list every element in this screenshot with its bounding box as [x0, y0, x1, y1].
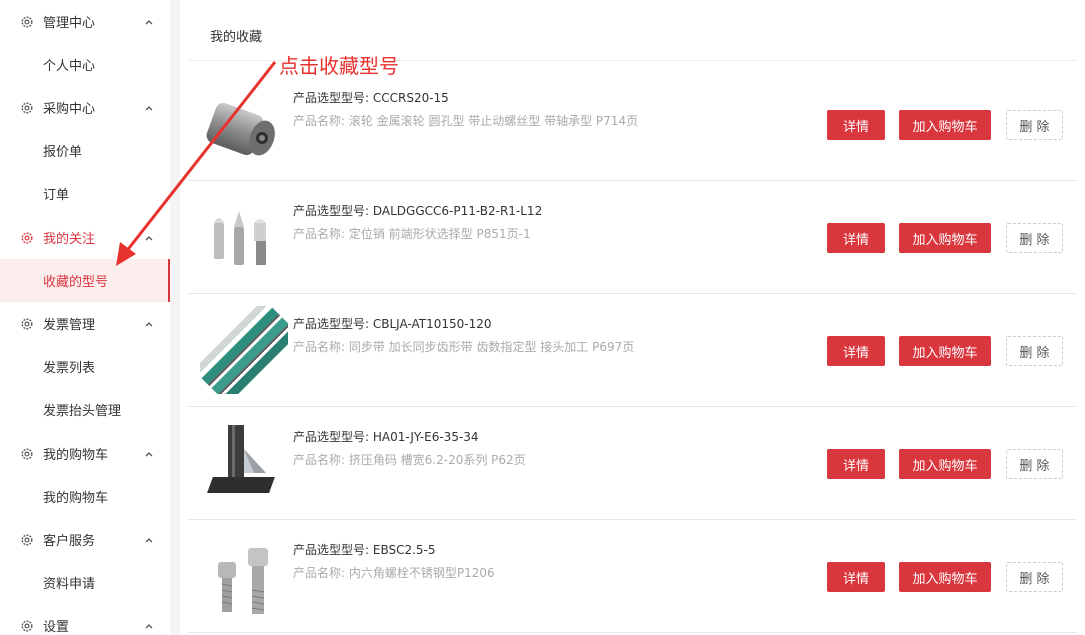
- sidebar-item-doc-request[interactable]: 资料申请: [0, 561, 170, 604]
- chevron-up-icon: [145, 19, 153, 24]
- hex-bolt-image: [218, 548, 268, 614]
- product-model: 产品选型型号: DALDGGCC6-P11-B2-R1-L12: [293, 204, 543, 218]
- sidebar: 管理中心 个人中心 采购中心 报价单 订单 我的关注 收藏的型号 发票管理 发票…: [0, 0, 170, 635]
- sidebar-group-invoice[interactable]: 发票管理: [0, 302, 170, 345]
- sidebar-item-favorite-models[interactable]: 收藏的型号: [0, 259, 170, 302]
- chevron-up-icon: [145, 321, 153, 326]
- sidebar-group-follow[interactable]: 我的关注: [0, 216, 170, 259]
- sidebar-item-label: 发票列表: [43, 361, 96, 376]
- sidebar-item-label: 个人中心: [43, 59, 96, 74]
- product-model: 产品选型型号: CCCRS20-15: [293, 91, 449, 105]
- gear-icon: [21, 101, 33, 114]
- product-row: 产品选型型号: DALDGGCC6-P11-B2-R1-L12 产品名称: 定位…: [188, 181, 1077, 294]
- gear-icon: [21, 231, 33, 244]
- roller-image: [206, 102, 275, 156]
- gear-icon: [21, 447, 33, 460]
- add-to-cart-button[interactable]: 加入购物车: [899, 449, 991, 479]
- detail-button[interactable]: 详情: [827, 336, 885, 366]
- delete-button[interactable]: 删 除: [1006, 562, 1063, 592]
- gear-icon: [21, 533, 33, 546]
- add-to-cart-button[interactable]: 加入购物车: [899, 223, 991, 253]
- sidebar-group-label: 我的购物车: [43, 448, 109, 463]
- sidebar-group-cart[interactable]: 我的购物车: [0, 432, 170, 475]
- product-row: 产品选型型号: CBLJA-AT10150-120 产品名称: 同步带 加长同步…: [188, 294, 1077, 407]
- delete-button[interactable]: 删 除: [1006, 336, 1063, 366]
- corner-bracket-image: [207, 425, 275, 493]
- detail-button[interactable]: 详情: [827, 223, 885, 253]
- sidebar-group-label: 客户服务: [43, 534, 96, 549]
- chevron-up-icon: [145, 451, 153, 456]
- product-row: 产品选型型号: CCCRS20-15 产品名称: 滚轮 金属滚轮 圆孔型 带止动…: [188, 68, 1077, 181]
- page-title: 我的收藏: [210, 30, 263, 45]
- timing-belt-image: [200, 306, 288, 394]
- sidebar-item-invoice-list[interactable]: 发票列表: [0, 345, 170, 388]
- sidebar-group-service[interactable]: 客户服务: [0, 518, 170, 561]
- sidebar-group-label: 管理中心: [43, 16, 96, 31]
- sidebar-group-label: 设置: [43, 620, 70, 635]
- sidebar-item-profile[interactable]: 个人中心: [0, 43, 170, 86]
- delete-button[interactable]: 删 除: [1006, 110, 1063, 140]
- product-row: 产品选型型号: EBSC2.5-5 产品名称: 内六角螺栓不锈钢型P1206 详…: [188, 520, 1077, 633]
- delete-button[interactable]: 删 除: [1006, 223, 1063, 253]
- gear-icon: [21, 15, 33, 28]
- sidebar-group-management[interactable]: 管理中心: [0, 0, 170, 43]
- sidebar-group-label: 发票管理: [43, 318, 96, 333]
- sidebar-item-invoice-title[interactable]: 发票抬头管理: [0, 388, 170, 431]
- sidebar-item-my-cart[interactable]: 我的购物车: [0, 475, 170, 518]
- product-name: 产品名称: 同步带 加长同步齿形带 齿数指定型 接头加工 P697页: [293, 340, 635, 354]
- sidebar-group-label: 采购中心: [43, 102, 96, 117]
- locating-pin-image: [214, 211, 266, 265]
- product-model: 产品选型型号: HA01-JY-E6-35-34: [293, 430, 479, 444]
- detail-button[interactable]: 详情: [827, 110, 885, 140]
- sidebar-item-label: 资料申请: [43, 577, 96, 592]
- favorites-panel: 我的收藏 产品选型型号: CCCRS20-15 产品名称: 滚轮 金属滚轮 圆孔…: [180, 0, 1085, 635]
- sidebar-item-quotes[interactable]: 报价单: [0, 129, 170, 172]
- gear-icon: [21, 619, 33, 632]
- gear-icon: [21, 317, 33, 330]
- sidebar-group-settings[interactable]: 设置: [0, 604, 170, 635]
- product-name: 产品名称: 定位销 前端形状选择型 P851页-1: [293, 227, 531, 241]
- product-name: 产品名称: 内六角螺栓不锈钢型P1206: [293, 566, 495, 580]
- product-model: 产品选型型号: EBSC2.5-5: [293, 543, 436, 557]
- chevron-up-icon: [145, 105, 153, 110]
- product-model: 产品选型型号: CBLJA-AT10150-120: [293, 317, 492, 331]
- add-to-cart-button[interactable]: 加入购物车: [899, 336, 991, 366]
- sidebar-item-label: 收藏的型号: [43, 275, 109, 290]
- detail-button[interactable]: 详情: [827, 562, 885, 592]
- product-row: 产品选型型号: HA01-JY-E6-35-34 产品名称: 挤压角码 槽宽6.…: [188, 407, 1077, 520]
- sidebar-item-label: 发票抬头管理: [43, 404, 122, 419]
- chevron-up-icon: [145, 537, 153, 542]
- sidebar-group-purchasing[interactable]: 采购中心: [0, 86, 170, 129]
- add-to-cart-button[interactable]: 加入购物车: [899, 110, 991, 140]
- detail-button[interactable]: 详情: [827, 449, 885, 479]
- sidebar-group-label: 我的关注: [43, 232, 96, 247]
- delete-button[interactable]: 删 除: [1006, 449, 1063, 479]
- sidebar-item-label: 订单: [43, 188, 70, 203]
- chevron-up-icon: [145, 623, 153, 628]
- product-name: 产品名称: 滚轮 金属滚轮 圆孔型 带止动螺丝型 带轴承型 P714页: [293, 114, 639, 128]
- sidebar-item-label: 我的购物车: [43, 491, 109, 506]
- chevron-up-icon: [145, 235, 153, 240]
- add-to-cart-button[interactable]: 加入购物车: [899, 562, 991, 592]
- sidebar-item-orders[interactable]: 订单: [0, 172, 170, 215]
- annotation-text: 点击收藏型号: [279, 54, 399, 78]
- product-name: 产品名称: 挤压角码 槽宽6.2-20系列 P62页: [293, 453, 526, 467]
- sidebar-item-label: 报价单: [43, 145, 83, 160]
